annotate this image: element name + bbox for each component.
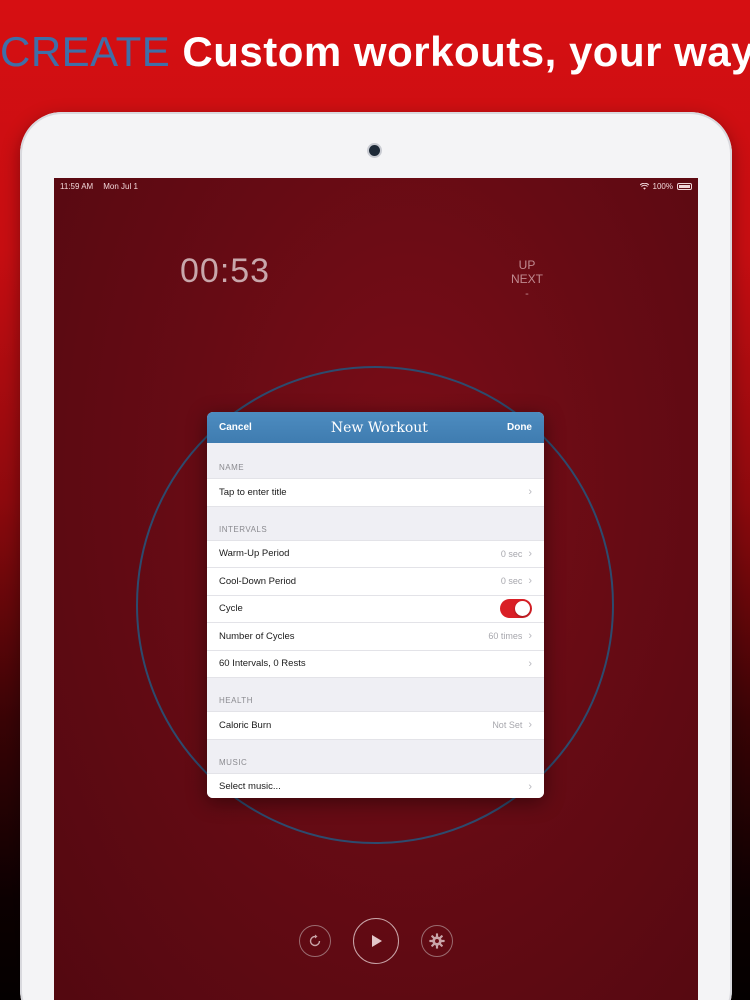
battery-percent: 100% xyxy=(652,181,673,191)
cancel-button[interactable]: Cancel xyxy=(219,422,252,433)
camera-icon xyxy=(369,145,380,156)
cycles-label: Number of Cycles xyxy=(219,630,295,642)
cycle-label: Cycle xyxy=(219,603,243,615)
intervals-row[interactable]: 60 Intervals, 0 Rests › xyxy=(207,650,544,678)
playback-controls xyxy=(54,918,698,964)
wifi-icon xyxy=(639,182,649,190)
chevron-right-icon: › xyxy=(528,575,532,588)
music-row[interactable]: Select music... › xyxy=(207,773,544,798)
play-icon xyxy=(372,935,382,947)
chevron-right-icon: › xyxy=(528,486,532,499)
up-next: UP NEXT - xyxy=(502,258,552,300)
music-label: Select music... xyxy=(219,781,281,793)
warmup-row[interactable]: Warm-Up Period 0 sec › xyxy=(207,540,544,568)
headline: CREATE Custom workouts, your way xyxy=(0,28,750,76)
status-date: Mon Jul 1 xyxy=(103,181,138,191)
cycles-row[interactable]: Number of Cycles 60 times › xyxy=(207,623,544,651)
cycle-row: Cycle xyxy=(207,595,544,623)
chevron-right-icon: › xyxy=(528,780,532,793)
caloric-row[interactable]: Caloric Burn Not Set › xyxy=(207,712,544,740)
new-workout-modal: Cancel New Workout Done NAME Tap to ente… xyxy=(207,412,544,798)
play-button[interactable] xyxy=(353,918,399,964)
status-time: 11:59 AM xyxy=(60,181,94,191)
warmup-value: 0 sec xyxy=(500,548,523,559)
gear-icon xyxy=(429,933,445,949)
health-group: Caloric Burn Not Set › xyxy=(207,711,544,740)
chevron-right-icon: › xyxy=(528,630,532,643)
warmup-label: Warm-Up Period xyxy=(219,548,290,560)
intervals-label: 60 Intervals, 0 Rests xyxy=(219,658,306,670)
cycle-toggle[interactable] xyxy=(500,599,532,619)
section-intervals-label: INTERVALS xyxy=(219,524,268,534)
cycles-value: 60 times xyxy=(488,631,523,642)
section-health-label: HEALTH xyxy=(219,696,253,705)
up-next-label: UP NEXT xyxy=(510,258,543,286)
chevron-right-icon: › xyxy=(528,547,532,560)
title-row-label: Tap to enter title xyxy=(219,486,287,498)
caloric-label: Caloric Burn xyxy=(219,719,272,731)
restart-icon xyxy=(309,934,321,947)
cooldown-row[interactable]: Cool-Down Period 0 sec › xyxy=(207,568,544,596)
headline-text: Custom workouts, your way xyxy=(182,28,750,75)
modal-title: New Workout xyxy=(330,419,428,436)
restart-button[interactable] xyxy=(299,925,331,957)
music-group: Select music... › xyxy=(207,772,544,798)
battery-icon xyxy=(677,182,692,190)
headline-accent: CREATE xyxy=(0,28,171,75)
section-music-label: MUSIC xyxy=(219,757,248,767)
up-next-value: - xyxy=(525,288,529,300)
chevron-right-icon: › xyxy=(528,657,532,670)
name-group: Tap to enter title › xyxy=(207,478,544,507)
chevron-right-icon: › xyxy=(528,719,532,732)
title-row[interactable]: Tap to enter title › xyxy=(207,479,544,507)
modal-header: Cancel New Workout Done xyxy=(207,412,544,443)
cooldown-value: 0 sec xyxy=(500,576,523,587)
done-button[interactable]: Done xyxy=(507,422,532,433)
timer-display: 00:53 xyxy=(180,252,271,290)
cooldown-label: Cool-Down Period xyxy=(219,575,297,587)
intervals-group: Warm-Up Period 0 sec › Cool-Down Period … xyxy=(207,539,544,678)
status-bar: 11:59 AM Mon Jul 1 100% xyxy=(54,178,698,194)
section-name-label: NAME xyxy=(219,463,245,472)
caloric-value: Not Set xyxy=(492,720,523,731)
settings-button[interactable] xyxy=(421,925,453,957)
